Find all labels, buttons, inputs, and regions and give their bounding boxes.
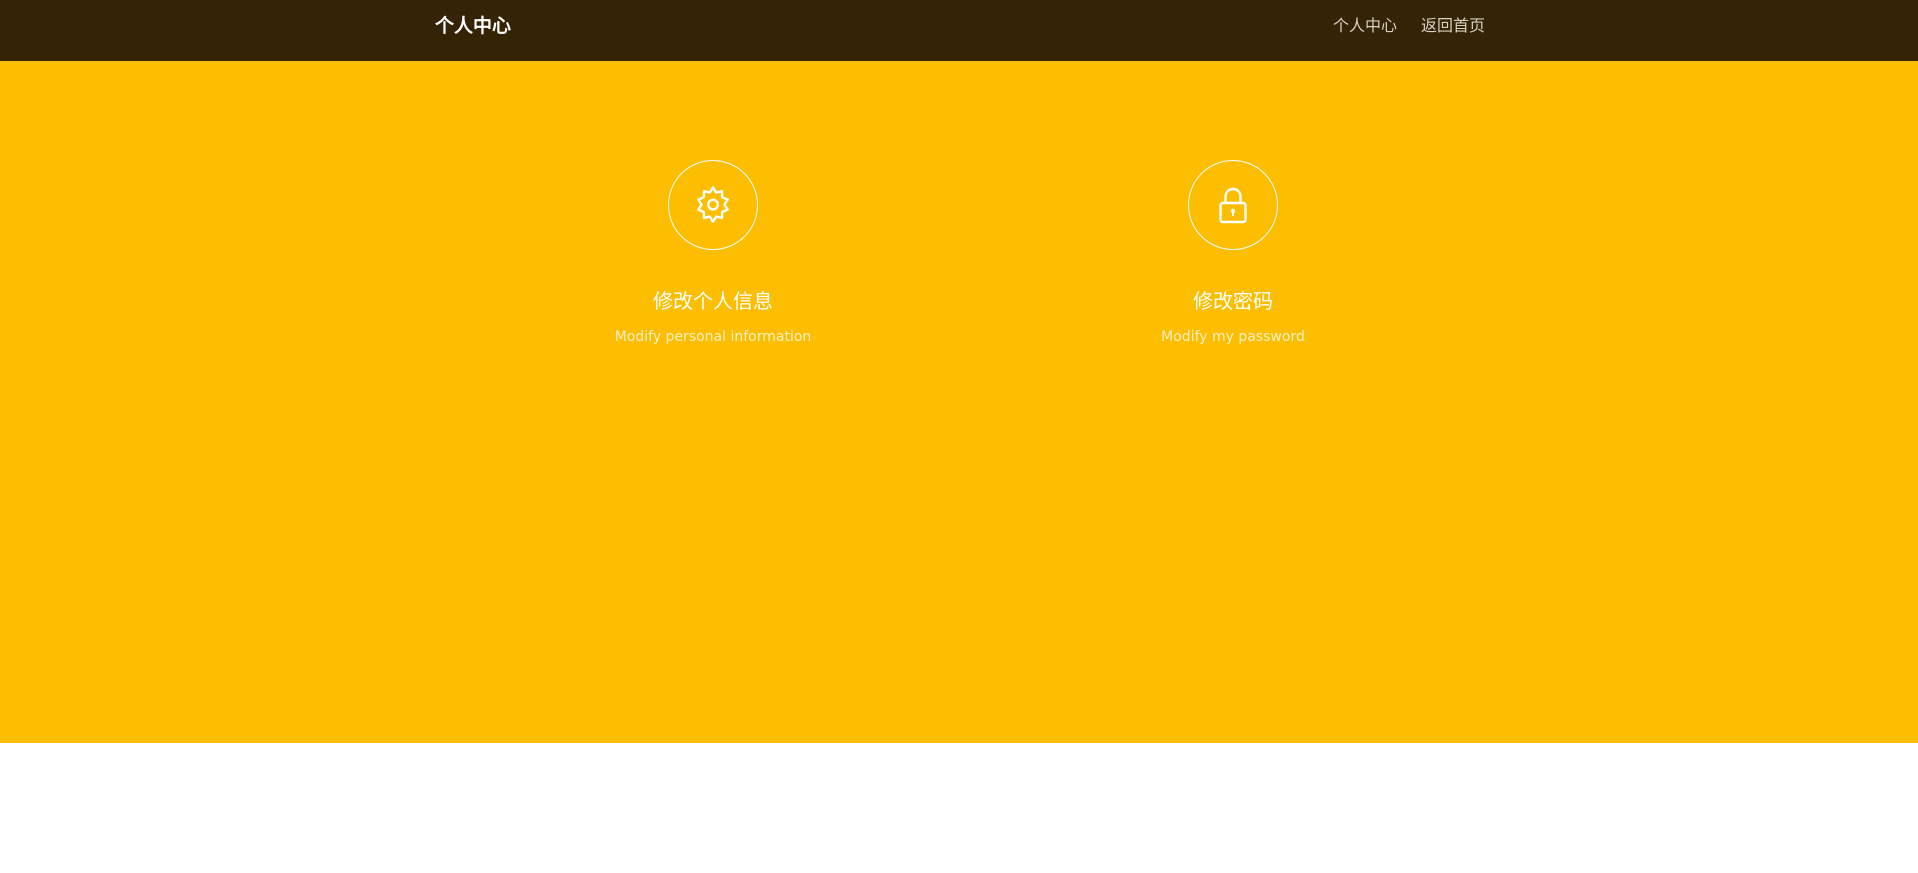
feature-description: Modify personal information [614,329,812,345]
top-navbar: 个人中心 个人中心 返回首页 [0,0,1918,61]
gear-icon-circle[interactable] [668,160,758,250]
feature-title: 修改密码 [1193,289,1273,313]
nav-link-back-home[interactable]: 返回首页 [1421,14,1485,38]
lock-icon [1219,187,1247,224]
lock-icon-circle[interactable] [1188,160,1278,250]
nav-link-personal-center[interactable]: 个人中心 [1333,14,1397,38]
modify-password-card[interactable]: 修改密码 Modify my password [1083,160,1383,347]
brand-title[interactable]: 个人中心 [435,13,511,39]
hero-section: 修改个人信息 Modify personal information 修改密码 … [0,61,1918,743]
feature-title: 修改个人信息 [653,289,773,313]
modify-personal-info-card[interactable]: 修改个人信息 Modify personal information [563,160,863,347]
feature-description: Modify my password [1161,329,1305,345]
nav-links: 个人中心 返回首页 [1333,14,1485,38]
gear-icon [697,186,729,223]
